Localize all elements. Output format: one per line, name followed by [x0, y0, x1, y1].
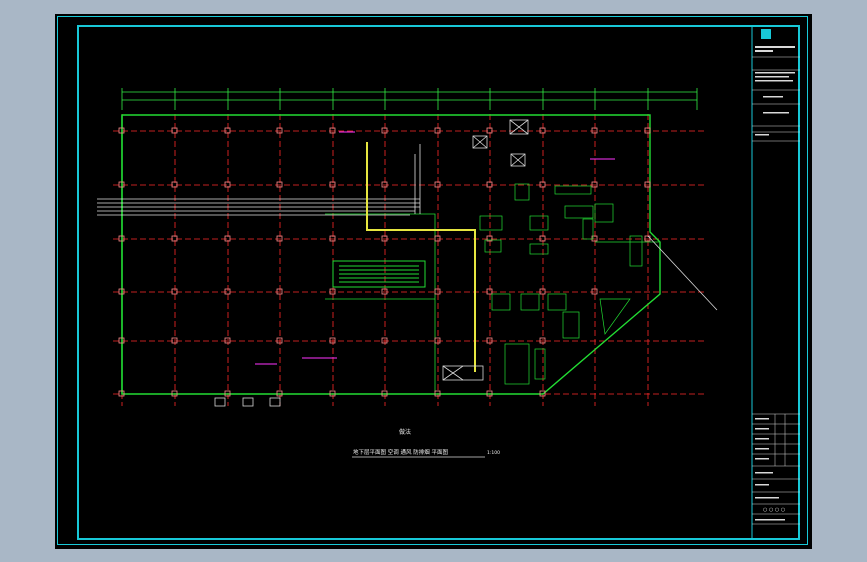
top-dimension-chain [121, 88, 698, 110]
drawing-sheet: 做法 地下层平面图 空调 通风 防排烟 平面图 1:100 ○ ○ ○ ○ [55, 14, 812, 549]
company-logo [761, 29, 771, 39]
plan-caption: 地下层平面图 空调 通风 防排烟 平面图 [353, 448, 448, 456]
plan-scale: 1:100 [487, 450, 500, 456]
structural-columns [118, 127, 651, 397]
supply-duct-run [97, 144, 421, 216]
leader-line [647, 235, 718, 311]
axis-grid [113, 114, 705, 406]
equipment-room [332, 260, 426, 288]
furniture-layout [479, 183, 643, 385]
title-block: ○ ○ ○ ○ [751, 27, 800, 539]
exhaust-duct-run [366, 142, 476, 372]
building-walls [121, 114, 661, 395]
floor-plan-drawing: 做法 地下层平面图 空调 通风 防排烟 平面图 1:100 ○ ○ ○ ○ [97, 27, 800, 539]
bottom-code: ○ ○ ○ ○ [763, 507, 785, 513]
detail-label: 做法 [399, 428, 411, 436]
bottom-wall-openings [214, 397, 281, 407]
